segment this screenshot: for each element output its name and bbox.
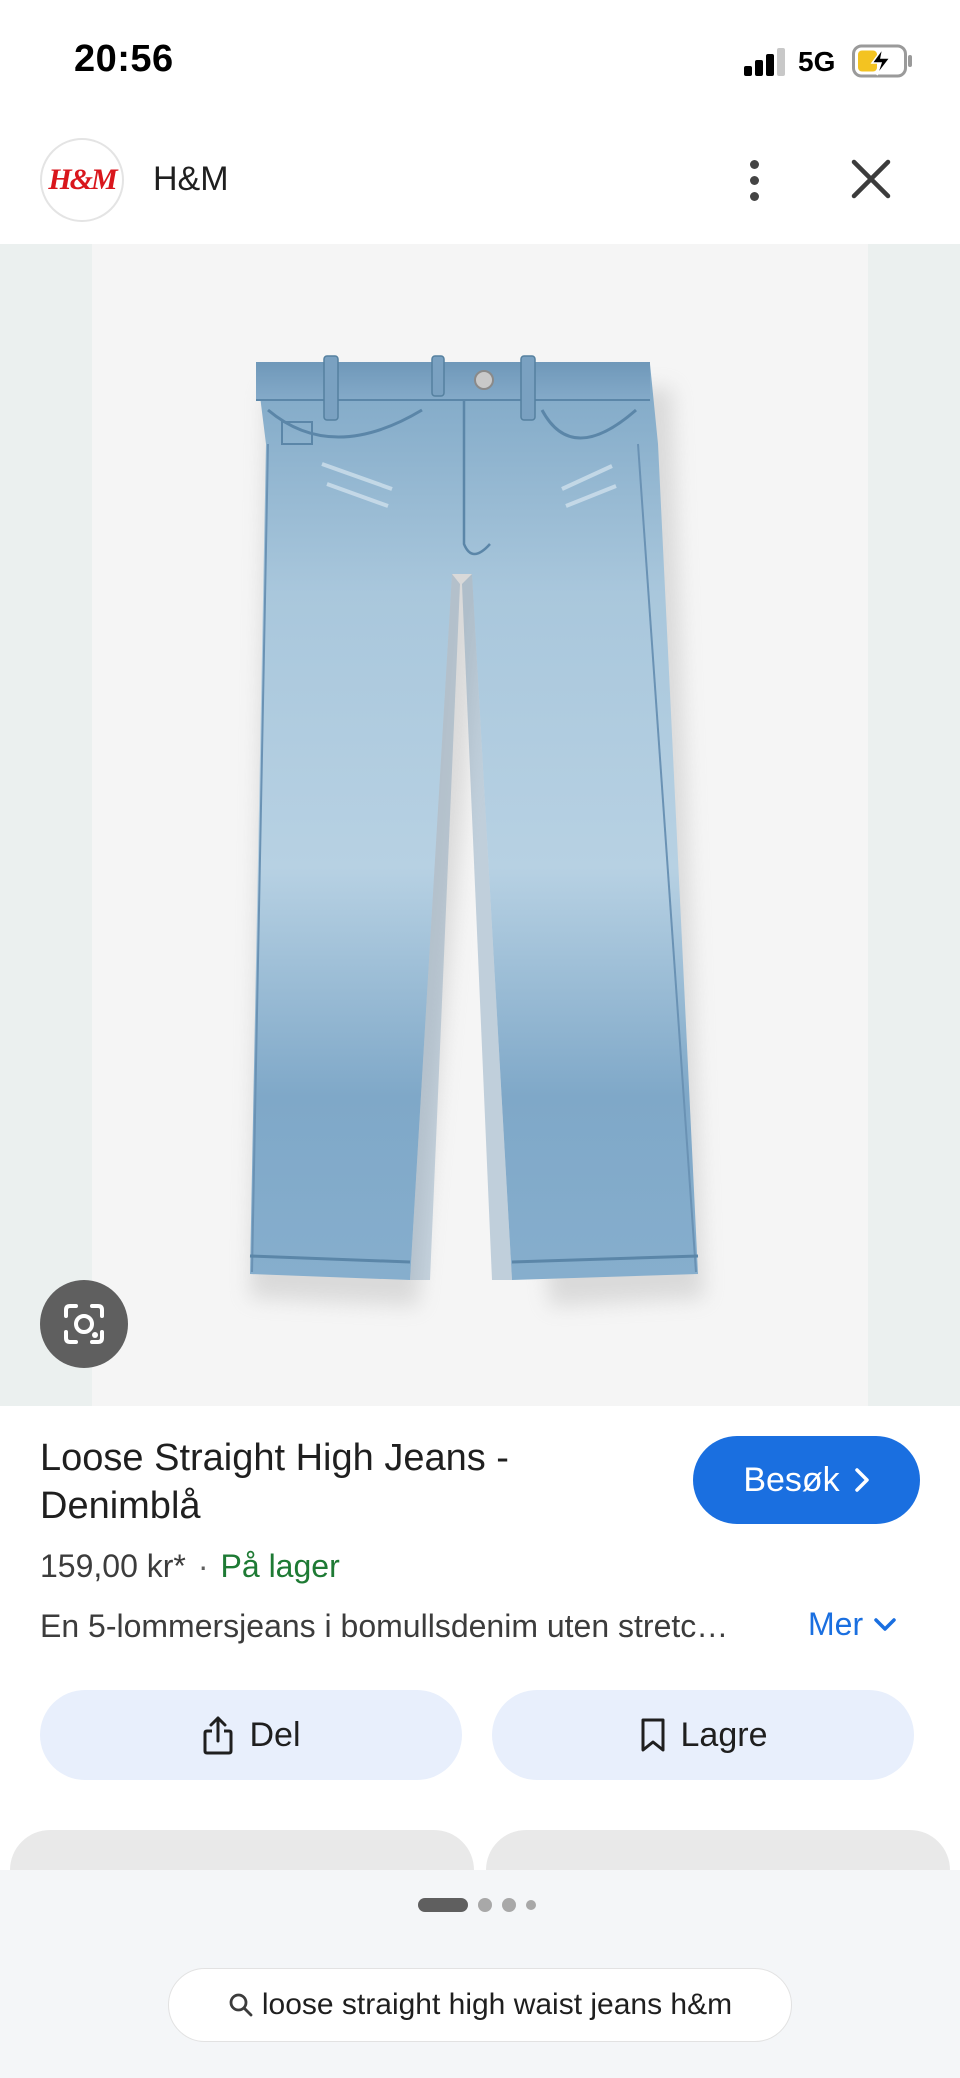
save-button[interactable]: Lagre [492,1690,914,1780]
product-description: En 5-lommersjeans i bomullsdenim uten st… [40,1608,729,1644]
more-label: Mer [808,1606,864,1642]
page: 20:56 5G H&M H&M Loose Straight High Jea… [0,0,960,2078]
page-indicator [418,1898,536,1912]
signal-icon [744,48,788,76]
status-time: 20:56 [74,38,174,80]
network-label: 5G [798,46,836,77]
brand-logo-text: H&M [48,163,117,196]
jeans-image [249,355,704,1306]
related-result-card[interactable] [10,1830,474,1870]
header: H&M H&M [0,120,960,244]
stock-status: På lager [220,1548,340,1584]
product-image-area [0,244,960,1406]
brand-logo[interactable]: H&M [40,138,124,222]
share-button[interactable]: Del [40,1690,462,1780]
site-name: H&M [153,160,229,198]
more-options-button[interactable] [732,142,776,218]
chevron-right-icon [854,1468,869,1492]
more-vertical-icon [749,159,759,169]
search-query: loose straight high waist jeans h&m [261,1988,733,2021]
chevron-down-icon [874,1617,896,1631]
share-label: Del [249,1715,301,1754]
product-image[interactable] [92,244,868,1406]
bookmark-icon [641,1718,665,1752]
product-title[interactable]: Loose Straight High Jeans - Denimblå [40,1434,660,1530]
lens-icon [64,1304,104,1344]
status-bar: 20:56 5G [0,0,960,120]
save-label: Lagre [680,1715,768,1754]
price: 159,00 kr* [40,1548,186,1584]
more-link[interactable]: Mer [808,1606,897,1643]
search-icon [229,1993,253,2017]
price-row: 159,00 kr* · På lager [40,1548,340,1585]
search-query-pill[interactable]: loose straight high waist jeans h&m [168,1968,792,2042]
visit-label: Besøk [743,1460,840,1499]
visit-button[interactable]: Besøk [693,1436,920,1524]
related-result-card[interactable] [486,1830,950,1870]
google-lens-button[interactable] [40,1280,128,1368]
close-icon[interactable] [848,156,894,202]
separator-dot: · [197,1548,209,1584]
battery-charging-icon [852,44,912,78]
share-icon [203,1716,233,1755]
